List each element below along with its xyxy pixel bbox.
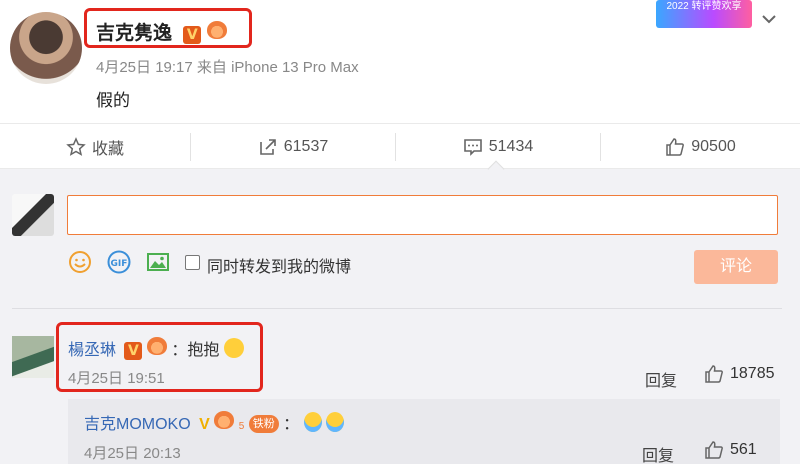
thumbs-up-icon bbox=[705, 441, 723, 459]
commenter-avatar[interactable] bbox=[12, 336, 54, 378]
reply-button[interactable]: 回复 bbox=[645, 367, 677, 391]
comment-icon bbox=[463, 139, 482, 156]
comment-like-button[interactable]: 18785 bbox=[704, 364, 775, 384]
emoji-icon[interactable] bbox=[68, 250, 92, 274]
verified-badge-icon: V bbox=[199, 416, 210, 433]
thumbs-up-icon bbox=[705, 365, 723, 383]
forward-label: 同时转发到我的微博 bbox=[207, 259, 352, 276]
divider bbox=[12, 308, 782, 309]
comment-time: 4月25日 19:51 bbox=[68, 370, 165, 387]
like-count: 90500 bbox=[691, 138, 736, 155]
author-avatar[interactable] bbox=[10, 12, 82, 84]
comment-like-count: 18785 bbox=[730, 365, 775, 382]
author-name[interactable]: 吉克隽逸 V bbox=[96, 18, 227, 45]
fan-badge: 铁粉 bbox=[248, 415, 279, 433]
post-source: 来自 iPhone 13 Pro Max bbox=[196, 59, 359, 76]
fan-level: 5 bbox=[238, 421, 245, 432]
verified-badge-icon: V bbox=[124, 342, 143, 360]
current-user-avatar[interactable] bbox=[12, 194, 54, 236]
sub-reply-line: 吉克MOMOKO V 5 铁粉 ： bbox=[84, 410, 345, 434]
sub-reply-time: 4月25日 20:13 bbox=[84, 445, 181, 462]
chevron-down-icon[interactable] bbox=[760, 10, 778, 28]
sub-reply-button[interactable]: 回复 bbox=[642, 442, 674, 466]
crying-emoji-icon bbox=[326, 412, 345, 432]
image-icon[interactable] bbox=[146, 250, 170, 274]
forward-checkbox[interactable] bbox=[185, 255, 200, 270]
sub-reply-user[interactable]: 吉克MOMOKO bbox=[84, 416, 191, 433]
star-icon bbox=[66, 137, 86, 156]
repost-count: 61537 bbox=[283, 138, 329, 155]
author-username[interactable]: 吉克隽逸 bbox=[96, 23, 172, 44]
sub-reply-like-count: 561 bbox=[730, 441, 757, 458]
submit-comment-button[interactable]: 评论 bbox=[694, 250, 778, 284]
repost-icon bbox=[259, 139, 276, 155]
comment-line: 楊丞琳 V ：抱抱 bbox=[68, 336, 244, 360]
comment-count: 51434 bbox=[488, 138, 534, 155]
gif-icon[interactable]: GIF bbox=[107, 250, 131, 274]
commenter-name[interactable]: 楊丞琳 bbox=[68, 342, 116, 359]
crying-emoji-icon bbox=[303, 412, 322, 432]
picture-icon bbox=[147, 253, 169, 271]
thumbs-up-icon bbox=[666, 138, 685, 156]
post-text: 假的 bbox=[96, 91, 130, 110]
crown-badge-icon bbox=[146, 337, 167, 355]
comment-text: ：抱抱 bbox=[171, 342, 220, 359]
crown-badge-icon bbox=[206, 21, 227, 39]
gif-circle-icon: GIF bbox=[107, 250, 131, 274]
like-button[interactable]: 90500 bbox=[601, 124, 800, 170]
favorite-label: 收藏 bbox=[91, 141, 124, 158]
gif-text: GIF bbox=[111, 259, 128, 269]
favorite-button[interactable]: 收藏 bbox=[0, 124, 190, 170]
post-meta: 4月25日 19:17 来自 iPhone 13 Pro Max bbox=[96, 56, 359, 77]
verified-badge-icon: V bbox=[183, 26, 202, 44]
smiley-icon bbox=[69, 251, 91, 273]
repost-button[interactable]: 61537 bbox=[191, 124, 395, 170]
sub-reply-like-button[interactable]: 561 bbox=[704, 440, 757, 460]
sub-reply-text: ： bbox=[283, 416, 300, 433]
post-date[interactable]: 4月25日 19:17 bbox=[96, 59, 193, 76]
crown-badge-icon bbox=[214, 411, 235, 429]
hug-emoji-icon bbox=[223, 338, 244, 358]
promo-text: 2022 转评赞欢享 bbox=[666, 1, 742, 12]
action-bar: 收藏 61537 51434 90500 bbox=[0, 123, 800, 169]
comment-input[interactable] bbox=[67, 195, 778, 235]
post-card: 吉克隽逸 V 4月25日 19:17 来自 iPhone 13 Pro Max … bbox=[0, 0, 800, 120]
promo-banner[interactable]: 2022 转评赞欢享 bbox=[656, 0, 752, 28]
